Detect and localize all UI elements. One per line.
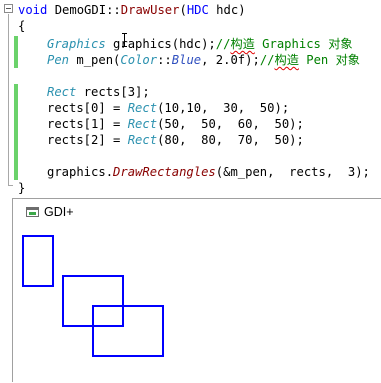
text-cursor-icon <box>122 33 127 47</box>
window-client-area[interactable] <box>13 226 381 382</box>
window-title: GDI+ <box>44 205 74 219</box>
code-line-6: Rect rects[3]; <box>47 85 150 99</box>
code-line-11: graphics.DrawRectangles(&m_pen, rects, 3… <box>47 165 370 179</box>
application-window-icon[interactable] <box>26 207 39 217</box>
gdi-window[interactable]: GDI+ <box>12 198 381 382</box>
drawing-canvas <box>22 235 164 357</box>
code-line-8: rects[1] = Rect(50, 50, 60, 50); <box>47 117 304 131</box>
drawn-rectangle-3 <box>92 305 164 357</box>
change-marker-top <box>14 36 18 68</box>
code-line-3: Graphics graphics(hdc);//构造 Graphics 对象 <box>47 37 353 51</box>
fold-guide-end <box>8 185 13 186</box>
code-line-2: { <box>18 19 26 33</box>
drawn-rectangle-1 <box>22 235 54 287</box>
fold-guide <box>8 14 9 186</box>
change-marker-bottom <box>14 84 18 180</box>
window-title-bar[interactable]: GDI+ <box>13 199 381 226</box>
code-editor[interactable]: void DemoGDI::DrawUser(HDC hdc) { Graphi… <box>0 0 381 198</box>
code-line-1: void DemoGDI::DrawUser(HDC hdc) <box>18 3 246 17</box>
code-line-7: rects[0] = Rect(10,10, 30, 50); <box>47 101 290 115</box>
code-line-4: Pen m_pen(Color::Blue, 2.0f);//构造 Pen 对象 <box>47 53 360 67</box>
code-line-9: rects[2] = Rect(80, 80, 70, 50); <box>47 133 304 147</box>
collapse-toggle-icon[interactable] <box>4 4 13 13</box>
code-line-12: } <box>18 181 26 195</box>
